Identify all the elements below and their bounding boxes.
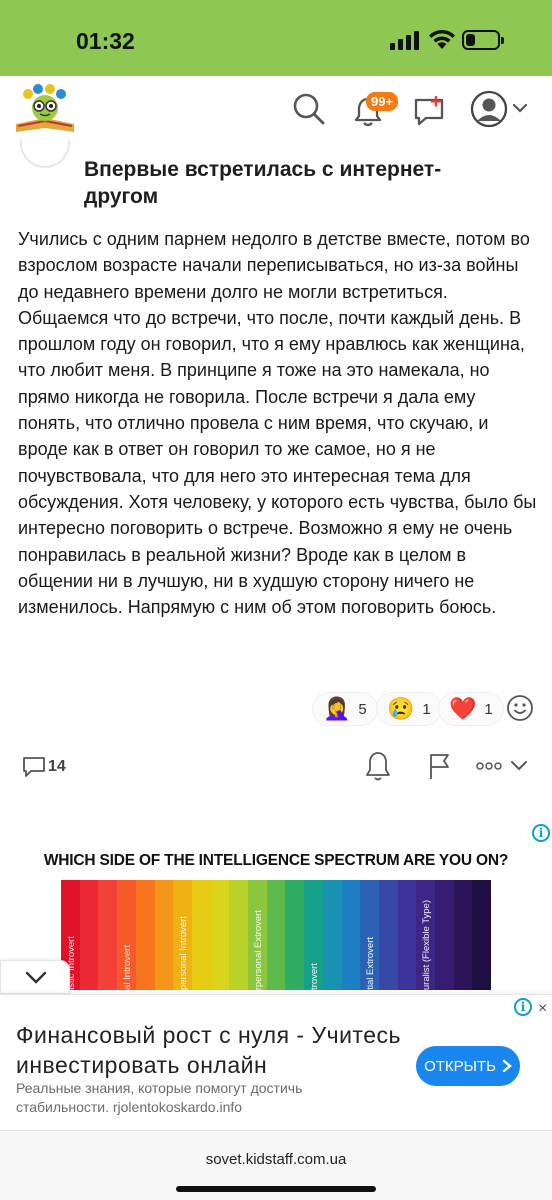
home-indicator [176,1186,376,1192]
subscribe-bell-icon[interactable] [364,750,392,782]
add-reaction-icon[interactable] [506,694,534,722]
spectrum-band [285,880,305,990]
collapse-ad-button[interactable] [0,960,70,994]
spectrum-label: al Introvert [122,945,134,990]
more-icon[interactable] [476,762,502,770]
spectrum-band [210,880,230,990]
spectrum-band [435,880,454,990]
spectrum-band [154,880,174,990]
status-time: 01:32 [76,28,135,54]
spectrum-band [472,880,491,990]
spectrum-label: trovert [309,963,321,990]
chevron-right-icon [502,1059,512,1073]
kidstaff-logo[interactable] [14,82,76,138]
spectrum-band [397,880,417,990]
chevron-down-icon[interactable] [510,760,528,772]
avatar-icon[interactable] [470,90,508,128]
ad-open-button[interactable]: ОТКРЫТЬ [416,1046,520,1086]
author-avatar[interactable] [20,140,70,168]
reaction-crying[interactable]: 😢 1 [376,692,442,726]
ad-spectrum-title: WHICH SIDE OF THE INTELLIGENCE SPECTRUM … [43,852,509,869]
ad-open-label: ОТКРЫТЬ [424,1057,496,1075]
reaction-heart[interactable]: ❤️ 1 [438,692,504,726]
spectrum-band [322,880,342,990]
post-title: Впервые встретилась с интернет-другом [84,158,442,208]
battery-icon [462,30,504,50]
spectrum-label: rpersonal Extrovert [252,909,264,990]
report-flag-icon[interactable] [428,752,452,780]
reaction-count: 5 [358,700,367,718]
heart-emoji: ❤️ [449,696,477,721]
spectrum-label: uralist (Flexible Type) [421,899,433,990]
spectrum-band [135,880,155,990]
ad-title[interactable]: Финансовый рост с нуля - Учитесь инвести… [16,1020,416,1080]
ad-info-icon[interactable]: i [532,824,550,842]
site-header [0,76,552,146]
spectrum-band [191,880,211,990]
wifi-icon [429,29,455,49]
spectrum-label: tial Extrovert [365,937,377,990]
ad-spectrum-image[interactable]: istic Introvert al Introvert personal Intr… [61,880,491,990]
ad-close-icon[interactable]: × [538,1000,547,1018]
facepalm-emoji: 🤦‍♀️ [323,696,351,721]
comments-count[interactable]: 14 [48,758,66,776]
reaction-count: 1 [484,700,493,718]
ad-description: Реальные знания, которые помогут достичь… [16,1080,303,1115]
new-post-badge: + [430,91,442,113]
notifications-badge: 99+ [366,92,399,111]
spectrum-band [98,880,118,990]
spectrum-band [341,880,361,990]
status-bar: 01:32 [0,0,552,76]
chevron-down-icon[interactable] [512,102,528,114]
reaction-facepalm[interactable]: 🤦‍♀️ 5 [312,692,378,726]
comment-icon[interactable] [22,756,46,778]
spectrum-band [266,880,286,990]
spectrum-band [453,880,473,990]
spectrum-band [378,880,398,990]
reaction-count: 1 [422,700,431,718]
search-icon[interactable] [292,92,326,126]
spectrum-band [79,880,99,990]
url-text[interactable]: sovet.kidstaff.com.ua [0,1151,552,1168]
post-body: Учились с одним парнем недолго в детстве… [18,229,537,618]
chevron-down-icon [25,971,47,984]
spectrum-band [229,880,249,990]
crying-emoji: 😢 [387,696,415,721]
ad-info-icon[interactable]: i [514,998,532,1016]
cellular-signal-icon [390,30,420,50]
spectrum-label: personal Introvert [178,916,190,990]
